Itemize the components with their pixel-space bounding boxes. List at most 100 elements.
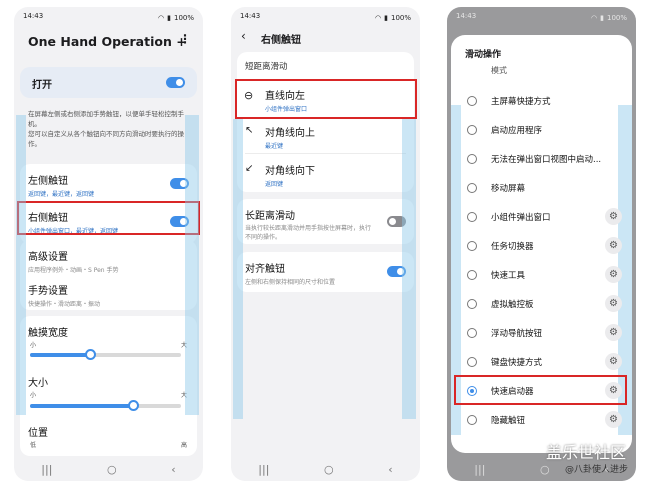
left-handle-title: 左侧触钮 (28, 176, 68, 187)
swipe-left-highlight (235, 79, 417, 119)
radio-button[interactable] (467, 241, 477, 251)
status-bar: 14:43 ◠ ▮ 100% (23, 12, 194, 24)
gesture-sub: 快捷操作・滑动距离・振动 (28, 301, 101, 308)
settings-card: 高级设置 应用程序例外・动画・S Pen 手势 手势设置 快捷操作・滑动距离・振… (20, 240, 197, 310)
signal-icon: ▮ (384, 14, 388, 22)
option-label: 浮动导航按钮 (491, 329, 543, 339)
home-icon[interactable]: ○ (107, 463, 117, 476)
radio-button[interactable] (467, 96, 477, 106)
gear-icon[interactable]: ⚙ (605, 353, 622, 370)
adjust-card: 触摸宽度 小 大 大小 小 大 位置 低 高 (20, 316, 197, 456)
gear-icon[interactable]: ⚙ (605, 295, 622, 312)
swipe-option[interactable]: 键盘快捷方式 ⚙ (451, 351, 632, 373)
quick-launcher-highlight (454, 375, 627, 405)
back-icon[interactable]: ‹ (388, 463, 392, 476)
left-handle-sub: 返回键，最近键，返回键 (28, 191, 95, 198)
phone-one-hand-main: 14:43 ◠ ▮ 100% One Hand Operation + ⋮ 打开 在… (14, 7, 203, 481)
more-options-icon[interactable]: ⋮ (179, 32, 191, 46)
battery-level: 100% (606, 14, 627, 22)
nav-bar: ||| ○ ‹ (231, 457, 420, 481)
position-max: 高 (180, 442, 187, 449)
swipe-diagonal-down-item[interactable]: 对角线向下 返回键 (257, 162, 414, 188)
gear-icon[interactable]: ⚙ (605, 237, 622, 254)
option-label: 键盘快捷方式 (491, 358, 543, 368)
partial-option: 模式 (491, 66, 507, 75)
home-icon[interactable]: ○ (324, 463, 334, 476)
radio-button[interactable] (467, 183, 477, 193)
swipe-diagonal-up-item[interactable]: 对角线向上 最近键 (257, 124, 414, 150)
swipe-diagonal-up-title: 对角线向上 (265, 128, 315, 139)
wifi-icon: ◠ (591, 14, 598, 22)
recents-icon[interactable]: ||| (258, 463, 269, 476)
position-title: 位置 (28, 428, 48, 439)
phone-right-handle: 14:43 ◠ ▮ 100% ‹ 右侧触钮 短距离滑动 ⊖ 直线向左 小组件弹出窗口… (231, 7, 420, 481)
radio-button[interactable] (467, 357, 477, 367)
description-line-2: 您可以自定义从各个触钮向不同方向滑动时要执行的操作。 (28, 130, 184, 148)
radio-button[interactable] (467, 212, 477, 222)
nav-bar: ||| ○ ‹ (447, 457, 636, 481)
swipe-option[interactable]: 小组件弹出窗口 ⚙ (451, 206, 632, 228)
option-label: 无法在弹出窗口视图中启动... (491, 155, 602, 165)
recents-icon[interactable]: ||| (474, 463, 485, 476)
touch-width-min: 小 (30, 342, 37, 349)
gear-icon[interactable]: ⚙ (605, 266, 622, 283)
long-swipe-title: 长距离滑动 (245, 211, 295, 222)
home-icon[interactable]: ○ (540, 463, 550, 476)
radio-button[interactable] (467, 328, 477, 338)
swipe-diagonal-down-sub: 返回键 (265, 181, 284, 188)
status-time: 14:43 (456, 12, 477, 20)
option-label: 虚拟触控板 (491, 300, 534, 310)
swipe-option[interactable]: 浮动导航按钮 ⚙ (451, 322, 632, 344)
align-title: 对齐触钮 (245, 264, 285, 275)
divider (245, 153, 406, 154)
touch-width-slider[interactable] (30, 349, 181, 360)
gesture-title: 手势设置 (28, 286, 68, 297)
swipe-option[interactable]: 任务切换器 ⚙ (451, 235, 632, 257)
swipe-option[interactable]: 隐藏触钮 ⚙ (451, 409, 632, 431)
position-min: 低 (30, 442, 37, 449)
radio-button[interactable] (467, 270, 477, 280)
recents-icon[interactable]: ||| (41, 463, 52, 476)
long-swipe-sub: 当执行较长距离滑动并用手指按住屏幕时，执行不同的操作。 (245, 225, 372, 241)
right-handle-highlight (17, 201, 200, 235)
signal-icon: ▮ (600, 14, 604, 22)
swipe-option[interactable]: 快速工具 ⚙ (451, 264, 632, 286)
swipe-option[interactable]: 主屏幕快捷方式 (451, 90, 632, 112)
description-text: 在屏幕左侧或右侧添加手势触钮，以便单手轻松控制手机。 您可以自定义从各个触钮向不… (28, 109, 191, 149)
advanced-settings-item[interactable]: 高级设置 应用程序例外・动画・S Pen 手势 (20, 248, 197, 274)
page-title: One Hand Operation + (28, 34, 187, 49)
gear-icon[interactable]: ⚙ (605, 208, 622, 225)
long-swipe-item[interactable]: 长距离滑动 当执行较长距离滑动并用手指按住屏幕时，执行不同的操作。 (237, 207, 384, 242)
align-handles-item[interactable]: 对齐触钮 左侧和右侧保持相同的尺寸和位置 (237, 260, 384, 286)
swipe-option[interactable]: 虚拟触控板 ⚙ (451, 293, 632, 315)
master-toggle[interactable] (166, 77, 185, 88)
phone-swipe-action-dialog: 14:43 ◠ ▮ 100% 滑动操作 模式 主屏幕快捷方式 启动应用程序 无法在弹出窗… (447, 7, 636, 481)
master-switch-card[interactable]: 打开 (20, 67, 197, 98)
size-title: 大小 (28, 378, 48, 389)
swipe-option[interactable]: 无法在弹出窗口视图中启动... (451, 148, 632, 170)
radio-button[interactable] (467, 154, 477, 164)
radio-button[interactable] (467, 299, 477, 309)
back-icon[interactable]: ‹ (604, 463, 608, 476)
option-label: 主屏幕快捷方式 (491, 97, 551, 107)
nav-bar: ||| ○ ‹ (14, 457, 203, 481)
radio-button[interactable] (467, 125, 477, 135)
gear-icon[interactable]: ⚙ (605, 411, 622, 428)
swipe-option[interactable]: 移动屏幕 (451, 177, 632, 199)
back-icon[interactable]: ‹ (171, 463, 175, 476)
radio-button[interactable] (467, 415, 477, 425)
gear-icon[interactable]: ⚙ (605, 324, 622, 341)
gesture-settings-item[interactable]: 手势设置 快捷操作・滑动距离・振动 (20, 282, 197, 308)
handle-preview-band-left (233, 119, 243, 419)
handle-preview-band (402, 119, 416, 419)
signal-icon: ▮ (167, 14, 171, 22)
advanced-title: 高级设置 (28, 252, 68, 263)
option-label: 快速工具 (491, 271, 526, 281)
swipe-option[interactable]: 启动应用程序 (451, 119, 632, 141)
touch-width-title: 触摸宽度 (28, 328, 68, 339)
long-swipe-card: 长距离滑动 当执行较长距离滑动并用手指按住屏幕时，执行不同的操作。 (237, 199, 414, 244)
swipe-diagonal-up-sub: 最近键 (265, 143, 284, 150)
master-switch-label: 打开 (32, 80, 52, 91)
back-arrow-icon[interactable]: ‹ (241, 29, 246, 43)
size-slider[interactable] (30, 400, 181, 411)
